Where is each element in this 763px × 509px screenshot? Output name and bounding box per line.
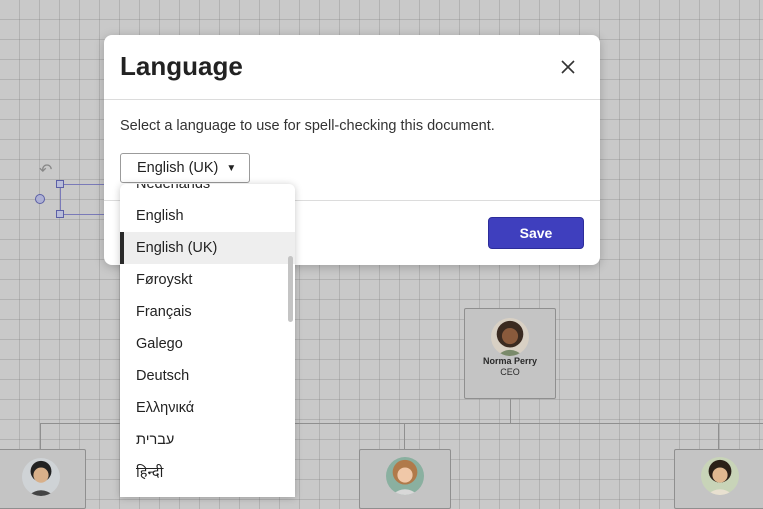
- org-card-ceo[interactable]: Norma Perry CEO: [464, 308, 556, 399]
- connector-line: [404, 423, 405, 449]
- avatar: [701, 457, 739, 495]
- dialog-title: Language: [120, 51, 243, 81]
- language-dropdown[interactable]: Nederlands English English (UK) Føroyskt Fra…: [120, 184, 295, 497]
- scrollbar-thumb[interactable]: [288, 256, 293, 322]
- language-option[interactable]: עברית: [120, 424, 295, 456]
- close-button[interactable]: [556, 55, 580, 79]
- language-option[interactable]: Ελληνικά: [120, 392, 295, 424]
- language-option[interactable]: English (UK): [120, 232, 295, 264]
- avatar: [386, 457, 424, 495]
- dialog-description: Select a language to use for spell-check…: [120, 118, 495, 134]
- language-option[interactable]: Føroyskt: [120, 264, 295, 296]
- org-card-role: CEO: [500, 367, 520, 377]
- resize-handle-bottom-left[interactable]: [56, 210, 64, 218]
- connector-line: [510, 399, 511, 423]
- org-card-name: Norma Perry: [482, 356, 538, 366]
- dropdown-scrollbar[interactable]: [288, 256, 293, 322]
- language-option[interactable]: हिन्दी: [120, 456, 295, 488]
- header-divider: [104, 99, 600, 100]
- org-card-report[interactable]: [359, 449, 451, 509]
- language-option[interactable]: Français: [120, 296, 295, 328]
- language-select-value: English (UK): [137, 160, 219, 176]
- language-option[interactable]: Nederlands: [120, 184, 295, 200]
- language-options-list: Nederlands English English (UK) Føroyskt Fra…: [120, 184, 295, 488]
- org-card-report[interactable]: [0, 449, 86, 509]
- language-option[interactable]: Deutsch: [120, 360, 295, 392]
- caret-down-icon: ▼: [226, 162, 237, 174]
- close-icon[interactable]: [561, 60, 575, 74]
- save-button[interactable]: Save: [488, 217, 584, 249]
- org-card-report[interactable]: [674, 449, 763, 509]
- resize-handle-top-left[interactable]: [56, 180, 64, 188]
- connection-handle[interactable]: [35, 194, 45, 204]
- avatar: [491, 318, 529, 356]
- avatar: [22, 458, 60, 496]
- language-option[interactable]: Galego: [120, 328, 295, 360]
- connector-line: [40, 423, 41, 449]
- language-option[interactable]: English: [120, 200, 295, 232]
- language-select[interactable]: English (UK) ▼: [120, 153, 250, 183]
- rotate-icon[interactable]: ↶: [39, 163, 52, 179]
- connector-line: [718, 423, 719, 449]
